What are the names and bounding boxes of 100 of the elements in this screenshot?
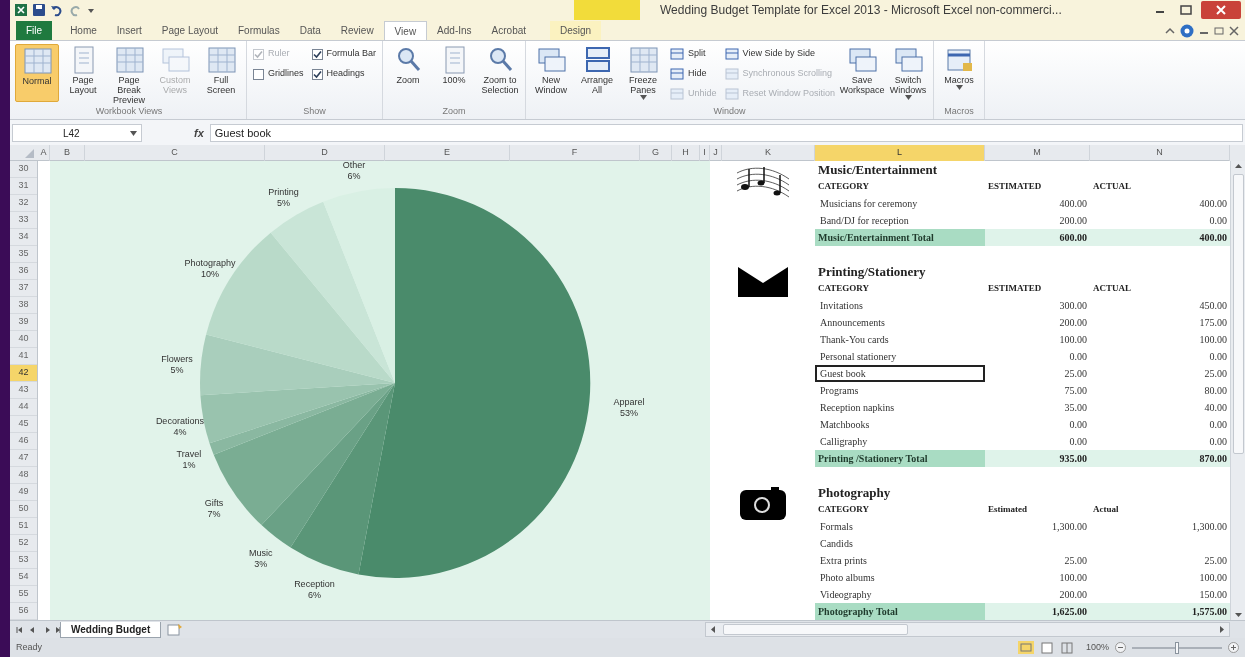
row-header[interactable]: 49 (10, 484, 37, 501)
ribbon-button[interactable]: Save Workspace (840, 44, 885, 102)
table-cell[interactable]: Reception napkins (815, 399, 985, 416)
table-cell[interactable]: Band/DJ for reception (815, 212, 985, 229)
ribbon-button[interactable]: Hide (670, 66, 717, 82)
row-header[interactable]: 40 (10, 331, 37, 348)
table-cell[interactable]: Candids (815, 535, 985, 552)
checkbox[interactable]: Formula Bar (311, 46, 377, 62)
ribbon-button[interactable]: Page Break Preview (107, 44, 151, 102)
horizontal-scrollbar[interactable] (705, 622, 1230, 637)
ribbon-button[interactable]: 100% (432, 44, 477, 102)
ribbon-tab[interactable]: Acrobat (481, 21, 537, 40)
save-icon[interactable] (32, 3, 46, 17)
column-header[interactable]: L (815, 145, 985, 161)
close-icon[interactable] (1229, 25, 1239, 36)
group-label: Show (302, 105, 327, 118)
ribbon-tab[interactable]: Page Layout (151, 21, 228, 40)
row-header[interactable]: 53 (10, 552, 37, 569)
ribbon-button[interactable]: Arrange All (575, 44, 620, 102)
collapse-ribbon-icon[interactable] (1165, 25, 1175, 36)
zoom-slider[interactable] (1132, 641, 1222, 654)
row-header[interactable]: 33 (10, 212, 37, 229)
row-header[interactable]: 46 (10, 433, 37, 450)
ribbon-tab[interactable]: Review (330, 21, 384, 40)
table-cell[interactable]: Announcements (815, 314, 985, 331)
ribbon-tab[interactable]: Insert (106, 21, 152, 40)
table-cell[interactable]: Calligraphy (815, 433, 985, 450)
table-cell[interactable]: Photo albums (815, 569, 985, 586)
ribbon-button[interactable]: Normal (15, 44, 59, 102)
restore-icon[interactable] (1214, 25, 1224, 36)
table-cell[interactable]: Guest book (815, 365, 985, 382)
ribbon-button[interactable]: Macros (937, 44, 982, 102)
ribbon-tab[interactable]: Add-Ins (427, 21, 482, 40)
row-header[interactable]: 52 (10, 535, 37, 552)
row-header[interactable]: 44 (10, 399, 37, 416)
formula-input[interactable]: Guest book (209, 124, 1243, 142)
row-header[interactable]: 34 (10, 229, 37, 246)
row-header[interactable]: 32 (10, 195, 37, 212)
table-cell[interactable]: Extra prints (815, 552, 985, 569)
table-cell[interactable]: Programs (815, 382, 985, 399)
sheet-navigation-icon[interactable] (16, 624, 60, 635)
row-header[interactable]: 43 (10, 382, 37, 399)
row-header[interactable]: 36 (10, 263, 37, 280)
ribbon-button[interactable]: Zoom to Selection (478, 44, 523, 102)
ribbon-button[interactable]: Switch Windows (886, 44, 931, 102)
row-header[interactable]: 47 (10, 450, 37, 467)
table-cell[interactable]: Invitations (815, 297, 985, 314)
ribbon-button[interactable]: Full Screen (199, 44, 243, 102)
ribbon-tab[interactable]: File (16, 21, 53, 40)
table-cell[interactable]: Videography (815, 586, 985, 603)
function-button[interactable]: fx (194, 124, 204, 142)
zoom-in-icon[interactable] (1228, 642, 1239, 653)
table-cell[interactable]: Thank-You cards (815, 331, 985, 348)
contextual-tab-highlight (574, 0, 640, 20)
row-header[interactable]: 48 (10, 467, 37, 484)
zoom-out-icon[interactable] (1115, 642, 1126, 653)
undo-icon[interactable] (50, 3, 64, 17)
table-cell[interactable]: Personal stationery (815, 348, 985, 365)
name-box[interactable]: L42 (12, 124, 142, 142)
ribbon-tab[interactable]: Data (289, 21, 331, 40)
table-cell[interactable]: Formals (815, 518, 985, 535)
ribbon-tab[interactable]: View (383, 21, 428, 40)
sheet-tab[interactable]: Wedding Budget (60, 621, 162, 638)
row-header[interactable]: 54 (10, 569, 37, 586)
scroll-left-icon[interactable] (708, 625, 718, 634)
spreadsheet-logo-icon[interactable] (14, 3, 28, 17)
row-header[interactable]: 31 (10, 178, 37, 195)
ribbon-button[interactable]: Zoom (386, 44, 431, 102)
table-cell[interactable]: Matchbooks (815, 416, 985, 433)
row-header[interactable]: 45 (10, 416, 37, 433)
scroll-thumb[interactable] (1232, 174, 1244, 454)
help-icon[interactable] (1180, 23, 1194, 38)
row-header[interactable]: 55 (10, 586, 37, 603)
close-icon[interactable] (1201, 1, 1241, 19)
slider-thumb[interactable] (1175, 641, 1179, 654)
scroll-thumb[interactable] (723, 624, 909, 635)
ribbon-button[interactable]: Page Layout (61, 44, 105, 102)
ribbon-button[interactable]: Split (670, 46, 717, 62)
ribbon-button[interactable]: View Side by Side (724, 46, 836, 62)
scroll-right-icon[interactable] (1218, 625, 1227, 634)
row-header[interactable]: 51 (10, 518, 37, 535)
ribbon-tab[interactable]: Formulas (228, 21, 290, 40)
ribbon-tab[interactable]: Design (550, 21, 602, 40)
ribbon-button[interactable]: Freeze Panes (621, 44, 666, 102)
vertical-scrollbar[interactable] (1230, 161, 1245, 620)
row-header[interactable]: 38 (10, 297, 37, 314)
checkbox-icon (253, 68, 264, 80)
checkbox[interactable]: Headings (311, 66, 377, 82)
table-cell[interactable]: Musicians for ceremony (815, 195, 985, 212)
section-title: Music/Entertainment (817, 161, 939, 178)
table-cell-text: 450.00 (1198, 299, 1228, 313)
row-header[interactable]: 50 (10, 501, 37, 518)
row-header[interactable]: 37 (10, 280, 37, 297)
row-header[interactable]: 39 (10, 314, 37, 331)
row-header[interactable]: 35 (10, 246, 37, 263)
checkbox[interactable]: Gridlines (253, 66, 304, 82)
row-header[interactable]: 30 (10, 161, 37, 178)
ribbon-tab[interactable]: Home (60, 21, 107, 40)
row-header[interactable]: 42 (10, 365, 37, 382)
ribbon-button[interactable]: New Window (529, 44, 574, 102)
